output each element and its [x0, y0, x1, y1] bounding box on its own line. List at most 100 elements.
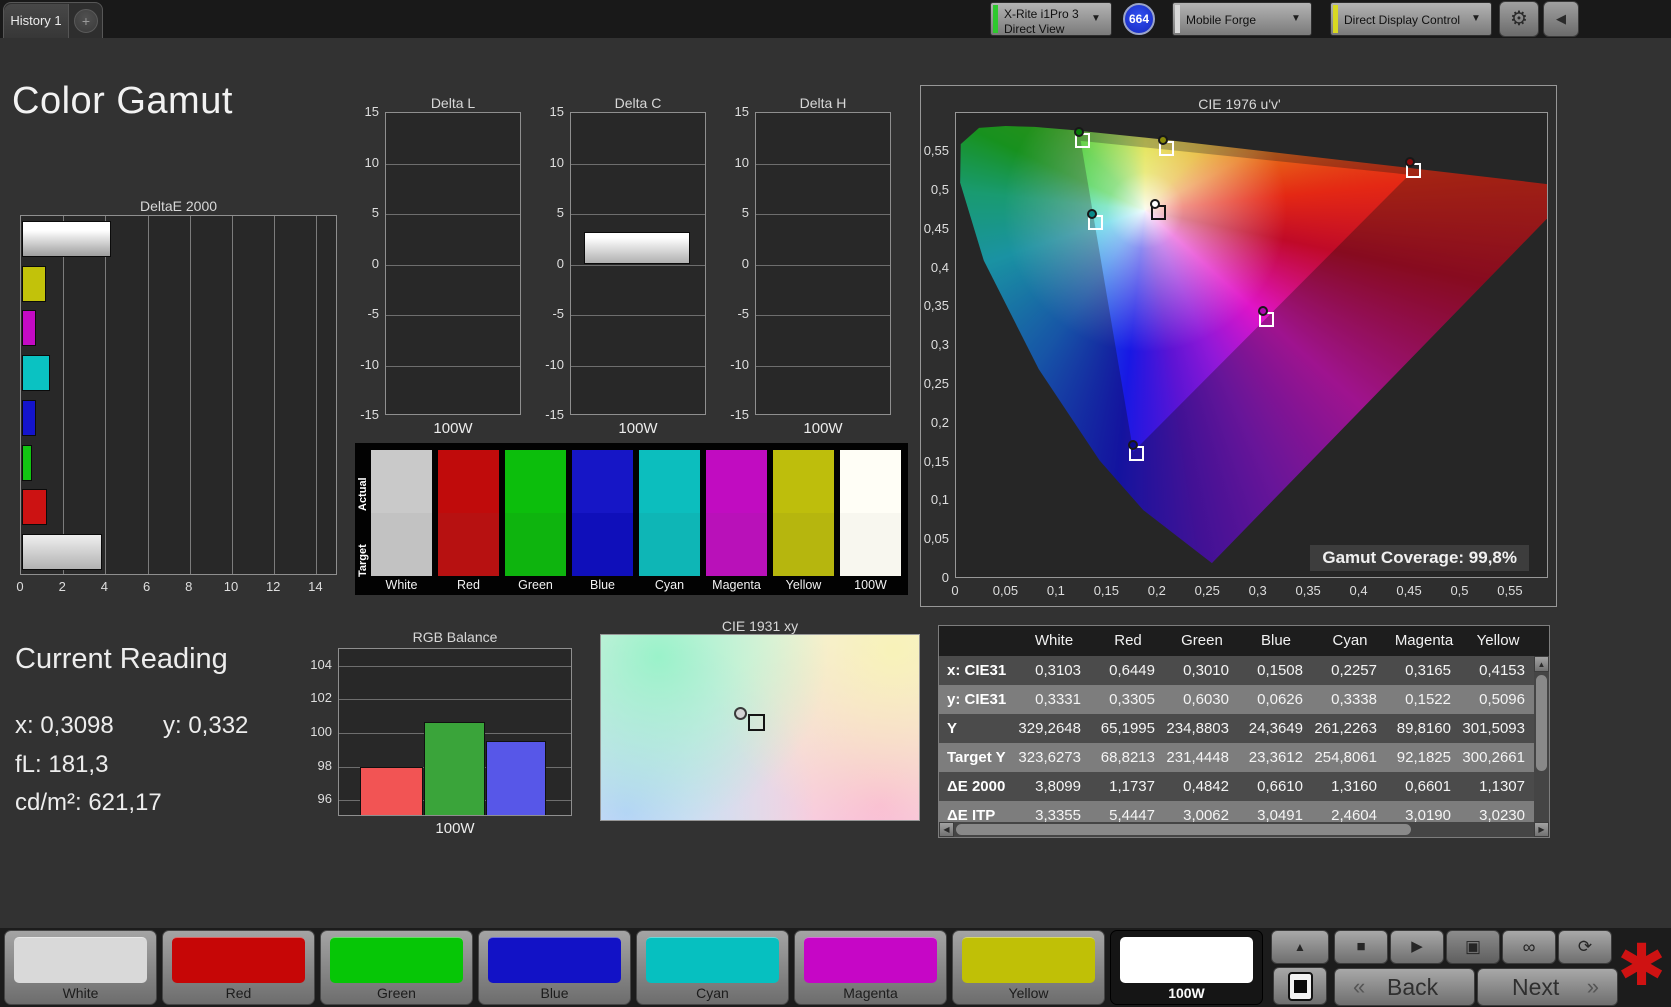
delta-x-label: 100W	[803, 420, 843, 437]
tab-history-1[interactable]: History 1	[4, 4, 69, 38]
reading-fl-value: fL: 181,3	[15, 751, 109, 778]
delta-x-label: 100W	[433, 420, 473, 437]
deltae-bar-magenta	[22, 310, 36, 347]
table-cell: 3,8099	[1035, 778, 1081, 795]
swatch-actual-cyan	[639, 450, 700, 513]
loop-button[interactable]: ∞	[1502, 930, 1556, 964]
pattern-source-dropdown[interactable]: Mobile Forge ▼	[1172, 2, 1312, 36]
scroll-right-button[interactable]: ▶	[1534, 822, 1549, 837]
display-control-dropdown[interactable]: Direct Display Control ▼	[1330, 2, 1492, 36]
swatch-actual-red	[438, 450, 499, 513]
swatch-label: Green	[518, 578, 553, 592]
refresh-button[interactable]: ⟳	[1558, 930, 1612, 964]
table-cell: 0,6030	[1183, 691, 1229, 708]
deltae-gridline	[232, 216, 233, 574]
table-cell: 300,2661	[1462, 749, 1525, 766]
swatch-label: White	[385, 578, 418, 592]
rgb-y-tick: 104	[310, 656, 332, 672]
pattern-button-red[interactable]: Red	[162, 930, 315, 1005]
cie-y-tick: 0,15	[923, 453, 949, 469]
table-cell: 0,3305	[1109, 691, 1155, 708]
swatch-label: Blue	[589, 578, 616, 592]
swatch-actual-blue	[572, 450, 633, 513]
pattern-button-magenta[interactable]: Magenta	[794, 930, 947, 1005]
stop-button[interactable]: ■	[1334, 930, 1388, 964]
window-frame	[1288, 972, 1313, 1001]
deltae-bar-red	[22, 489, 47, 526]
cie-x-tick: 0,05	[992, 583, 1019, 598]
swatch-label: 100W	[854, 578, 887, 592]
table-row: y: CIE31 0,3331 0,3305 0,6030 0,0626 0,3338 0,…	[939, 685, 1535, 714]
settings-button[interactable]: ⚙	[1499, 1, 1539, 37]
next-button[interactable]: Next »	[1477, 968, 1618, 1006]
rgb-bar-blue	[486, 740, 546, 815]
back-button[interactable]: « Back	[1334, 968, 1475, 1006]
rgb-gridline	[339, 665, 571, 667]
scroll-thumb[interactable]	[956, 824, 1411, 835]
source-status-stripe	[1175, 5, 1180, 33]
calman-color-gamut-page: History 1 + X-Rite i1Pro 3 Direct View ▼…	[0, 0, 1671, 1007]
table-cell: 0,3010	[1183, 662, 1229, 679]
table-row-label: y: CIE31	[947, 691, 1007, 708]
cie-y-tick: 0	[941, 570, 949, 585]
meter-count-badge[interactable]: 664	[1123, 3, 1155, 35]
pattern-button-white[interactable]: White	[4, 930, 157, 1005]
meter-name: X-Rite i1Pro 3	[1004, 7, 1079, 21]
table-vertical-scrollbar[interactable]: ▲	[1534, 656, 1549, 824]
deltae-x-tick: 12	[265, 579, 281, 594]
pattern-button-label: Magenta	[843, 985, 898, 1001]
deltae-gridline	[105, 216, 107, 574]
table-horizontal-scrollbar[interactable]: ◀ ▶	[939, 822, 1549, 837]
rgb-y-tick: 96	[317, 791, 332, 807]
rgb-balance-plot	[338, 648, 572, 816]
table-row: Y 329,2648 65,1995 234,8803 24,3649 261,2263 8…	[939, 714, 1535, 743]
swatch-target-red	[438, 513, 499, 576]
table-cell: 1,1737	[1109, 778, 1155, 795]
unsaved-changes-icon: ✱	[1617, 933, 1666, 998]
pattern-button-yellow[interactable]: Yellow	[952, 930, 1105, 1005]
meter-dropdown[interactable]: X-Rite i1Pro 3 Direct View ▼	[990, 2, 1112, 36]
delta-plot-1	[570, 112, 706, 415]
pattern-chip	[1120, 937, 1253, 983]
pattern-button-green[interactable]: Green	[320, 930, 473, 1005]
pattern-window-button[interactable]: ▣	[1446, 930, 1500, 964]
add-tab-button[interactable]: +	[74, 9, 98, 33]
delta-chart-title: Delta L	[430, 95, 476, 111]
table-row-label: x: CIE31	[947, 662, 1007, 679]
collapse-left-icon: ◀	[1556, 11, 1566, 26]
pattern-window-toggle-button[interactable]	[1273, 967, 1327, 1005]
cie-x-tick: 0,45	[1396, 583, 1422, 598]
cie-x-tick: 0,2	[1147, 583, 1166, 598]
window-square-icon	[1294, 980, 1307, 993]
pattern-button-cyan[interactable]: Cyan	[636, 930, 789, 1005]
deltae-x-tick: 14	[308, 579, 323, 594]
pattern-button-100w[interactable]: 100W	[1110, 930, 1263, 1005]
delta-gridline	[756, 264, 890, 266]
table-cell: 68,8213	[1100, 749, 1155, 766]
cie-x-tick: 0,25	[1194, 583, 1220, 598]
pattern-chip	[330, 937, 463, 983]
pattern-up-button[interactable]: ▲	[1271, 930, 1329, 964]
pattern-button-blue[interactable]: Blue	[478, 930, 631, 1005]
cie-x-tick: 0,4	[1349, 583, 1368, 598]
delta-plot-2	[755, 112, 891, 415]
swatch-label: Yellow	[785, 578, 822, 592]
table-col-header-magenta: Magenta	[1394, 632, 1454, 649]
table-cell: 301,5093	[1462, 720, 1525, 737]
table-cell: 0,4153	[1479, 662, 1525, 679]
scroll-left-button[interactable]: ◀	[939, 822, 954, 837]
table-col-header-cyan: Cyan	[1332, 632, 1368, 649]
delta-x-label: 100W	[618, 420, 658, 437]
source-name: Mobile Forge	[1186, 13, 1257, 27]
pattern-button-label: Yellow	[1008, 985, 1049, 1001]
scroll-up-button[interactable]: ▲	[1534, 656, 1549, 672]
deltae-x-tick: 10	[223, 579, 239, 594]
cie-y-tick: 0,4	[930, 259, 949, 275]
collapse-panel-button[interactable]: ◀	[1543, 1, 1579, 37]
play-button[interactable]: ▶	[1390, 930, 1444, 964]
next-arrow-icon: »	[1586, 974, 1599, 999]
swatch-actual-100w	[840, 450, 901, 513]
deltae-title: DeltaE 2000	[139, 198, 218, 214]
scroll-thumb[interactable]	[1536, 675, 1547, 771]
top-bar: History 1 + X-Rite i1Pro 3 Direct View ▼…	[0, 0, 1671, 38]
